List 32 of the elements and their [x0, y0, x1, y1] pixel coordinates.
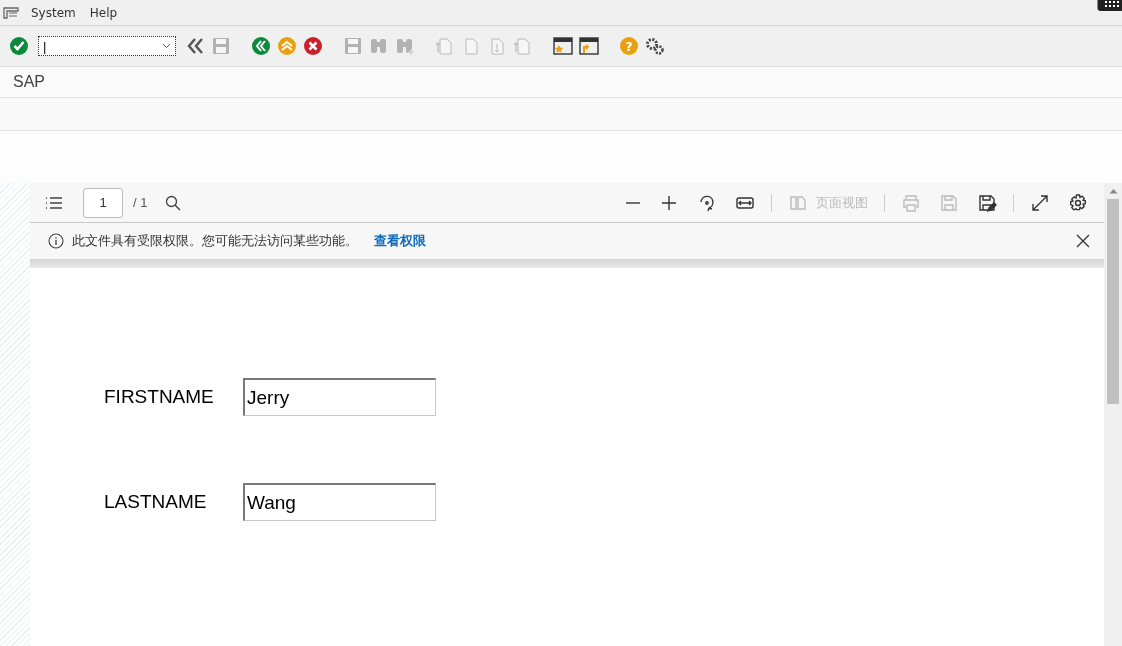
text-field[interactable]: Wang: [243, 483, 436, 521]
fullscreen-icon: [1030, 192, 1050, 213]
page-count: / 1: [133, 195, 148, 210]
settings-icon: [1068, 192, 1088, 213]
save-as-icon: [977, 192, 997, 213]
menu-item[interactable]: Help: [89, 5, 118, 20]
back-circle-icon[interactable]: [250, 35, 272, 57]
save-icon: [939, 192, 959, 213]
print-icon: [901, 192, 921, 213]
text-field[interactable]: Jerry: [243, 378, 436, 416]
settings-icon[interactable]: [644, 35, 666, 57]
view-permissions-link[interactable]: 查看权限: [374, 232, 426, 250]
info-icon: [48, 233, 64, 249]
close-icon[interactable]: [1076, 234, 1090, 248]
scroll-up-icon[interactable]: [1108, 188, 1118, 194]
cross-circle-icon[interactable]: [302, 35, 324, 57]
menu-item[interactable]: System: [31, 5, 76, 20]
zoom-out-icon: [625, 201, 641, 204]
search-icon[interactable]: [165, 194, 182, 211]
scrollbar[interactable]: [1104, 183, 1122, 646]
check-circle-icon[interactable]: [8, 35, 30, 57]
field-label: FIRSTNAME: [104, 386, 215, 408]
scrollbar-thumb[interactable]: [1107, 199, 1119, 404]
page-number-field[interactable]: 1: [83, 187, 123, 218]
caret-icon: [162, 43, 171, 49]
restriction-message: 此文件具有受限权限。您可能无法访问某些功能。: [72, 232, 358, 250]
field-label: LASTNAME: [104, 491, 208, 513]
keyboard-icon[interactable]: [1097, 0, 1122, 12]
command-field[interactable]: |: [38, 36, 176, 56]
menu-icon[interactable]: [3, 6, 19, 19]
screen-title: SAP: [13, 73, 45, 91]
outline-icon[interactable]: [45, 195, 63, 210]
